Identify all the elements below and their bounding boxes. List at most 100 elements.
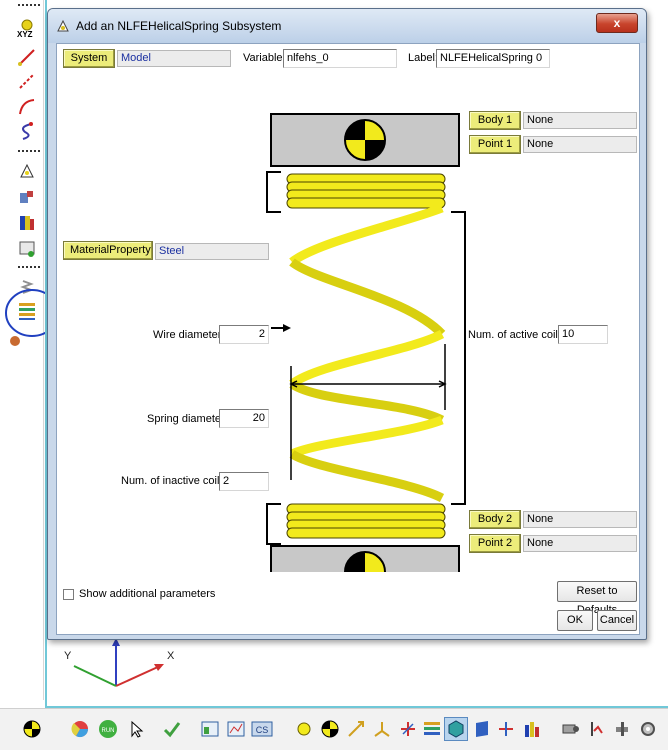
active-coils-input[interactable]: 10: [558, 325, 608, 344]
surface-icon: [476, 721, 488, 737]
show-additional-label: Show additional parameters: [79, 588, 216, 600]
motion-tool[interactable]: [558, 717, 582, 741]
window-icon: [201, 721, 219, 737]
svg-text:CS: CS: [256, 725, 269, 735]
sensor-tool[interactable]: [584, 717, 608, 741]
point1-value: None: [523, 136, 637, 153]
polyline-tool[interactable]: [14, 70, 40, 92]
close-button[interactable]: x: [596, 13, 638, 33]
app-icon: [57, 19, 69, 32]
yellow-point-icon: [297, 722, 311, 736]
active-coils-label: Num. of active coils:: [468, 329, 567, 341]
select-tool[interactable]: [124, 717, 148, 741]
spring-diameter-label: Spring diameter:: [147, 413, 228, 425]
bars-icon: [525, 722, 539, 737]
label-input[interactable]: NLFEHelicalSpring 0: [436, 49, 550, 68]
nlfe-box-icon: [448, 720, 464, 738]
settings-tool[interactable]: [636, 717, 660, 741]
cg-tool[interactable]: [20, 717, 44, 741]
point-entity-tool[interactable]: [292, 717, 316, 741]
curve-tool[interactable]: [14, 96, 40, 118]
run-tool[interactable]: RUN: [96, 717, 120, 741]
xyz-label: XYZ: [17, 30, 33, 39]
marker-axes-icon: [374, 722, 390, 737]
layered-spring-icon: [424, 722, 440, 735]
force-tool[interactable]: [494, 717, 518, 741]
bottom-inactive-bracket: [266, 503, 281, 545]
system-value: Model: [117, 50, 231, 67]
marker-entity-tool[interactable]: [370, 717, 394, 741]
spline-icon: [22, 122, 33, 140]
body-icon: [20, 191, 33, 203]
joint-icon: [19, 241, 35, 257]
color-wheel-icon: [71, 721, 89, 738]
body-tool[interactable]: [14, 186, 40, 208]
inactive-coils-label: Num. of inactive coils:: [121, 475, 228, 487]
actuator-tool[interactable]: [610, 717, 634, 741]
joint-entity-tool[interactable]: [396, 717, 420, 741]
graphics-window-tool[interactable]: [198, 717, 222, 741]
reset-defaults-button[interactable]: Reset to Defaults: [557, 581, 637, 616]
curve-icon: [19, 99, 35, 115]
graphic-tool[interactable]: [14, 212, 40, 234]
toolbar-separator: [18, 4, 40, 8]
check-icon: [163, 722, 181, 738]
point2-value: None: [523, 535, 637, 552]
sensor-icon: [591, 722, 603, 736]
body-entity-tool[interactable]: [318, 717, 342, 741]
motion-icon: [562, 724, 579, 734]
spline-tool[interactable]: [14, 120, 40, 142]
cs-tool[interactable]: CS: [250, 717, 274, 741]
bar-graphic-tool[interactable]: [520, 717, 544, 741]
body-cg-icon: [321, 720, 339, 738]
run-icon: RUN: [99, 720, 117, 738]
coordinate-triad: [73, 638, 164, 687]
material-property-button[interactable]: MaterialProperty: [63, 241, 153, 260]
marker-tool[interactable]: [14, 160, 40, 182]
toolbar-separator: [18, 150, 40, 154]
inactive-bottom-coils: [286, 503, 446, 539]
body2-value: None: [523, 511, 637, 528]
check-tool[interactable]: [160, 717, 184, 741]
joint-tool[interactable]: [14, 238, 40, 260]
wire-diameter-label: Wire diameter:: [153, 329, 225, 341]
show-additional-checkbox[interactable]: [63, 589, 74, 600]
line-tool[interactable]: [14, 46, 40, 68]
cursor-icon: [131, 720, 144, 738]
color-tool[interactable]: [68, 717, 92, 741]
cg-icon: [23, 720, 41, 738]
dialog-body: System Model Variable: nlfehs_0 Label: N…: [56, 43, 640, 635]
joint-axes-icon: [401, 722, 415, 736]
body1-cg-icon: [344, 119, 386, 161]
cs-icon: CS: [251, 721, 273, 737]
toolbar-separator: [18, 266, 40, 270]
plot-window-tool[interactable]: [224, 717, 248, 741]
svg-text:RUN: RUN: [102, 728, 115, 734]
triad-x-label: X: [167, 650, 175, 662]
dialog-titlebar[interactable]: Add an NLFEHelicalSpring Subsystem x: [48, 9, 646, 43]
system-button[interactable]: System: [63, 49, 115, 68]
nlfe-entity-tool[interactable]: [444, 717, 468, 741]
material-value: Steel: [155, 243, 269, 260]
marker-icon: [20, 163, 34, 178]
actuator-icon: [616, 722, 628, 736]
cancel-button[interactable]: Cancel: [597, 610, 637, 631]
triad-y-label: Y: [64, 650, 72, 662]
inactive-top-coils: [286, 173, 446, 209]
surface-tool[interactable]: [470, 717, 494, 741]
nlfe-helical-spring-dialog: Add an NLFEHelicalSpring Subsystem x Sys…: [47, 8, 647, 640]
body1-value: None: [523, 112, 637, 129]
left-toolbar: XYZ: [0, 0, 59, 700]
vector-tool[interactable]: [344, 717, 368, 741]
graphic-icon: [20, 216, 34, 230]
vector-icon: [348, 721, 364, 737]
gear-icon: [641, 722, 655, 736]
spring-diagram: [266, 113, 466, 572]
label-label: Label:: [408, 52, 438, 64]
spring-entity-tool[interactable]: [420, 717, 444, 741]
top-inactive-bracket: [266, 171, 281, 213]
active-coils: [289, 203, 446, 503]
bottom-toolbar: RUN CS: [0, 708, 668, 750]
ok-button[interactable]: OK: [557, 610, 593, 631]
variable-input[interactable]: nlfehs_0: [283, 49, 397, 68]
